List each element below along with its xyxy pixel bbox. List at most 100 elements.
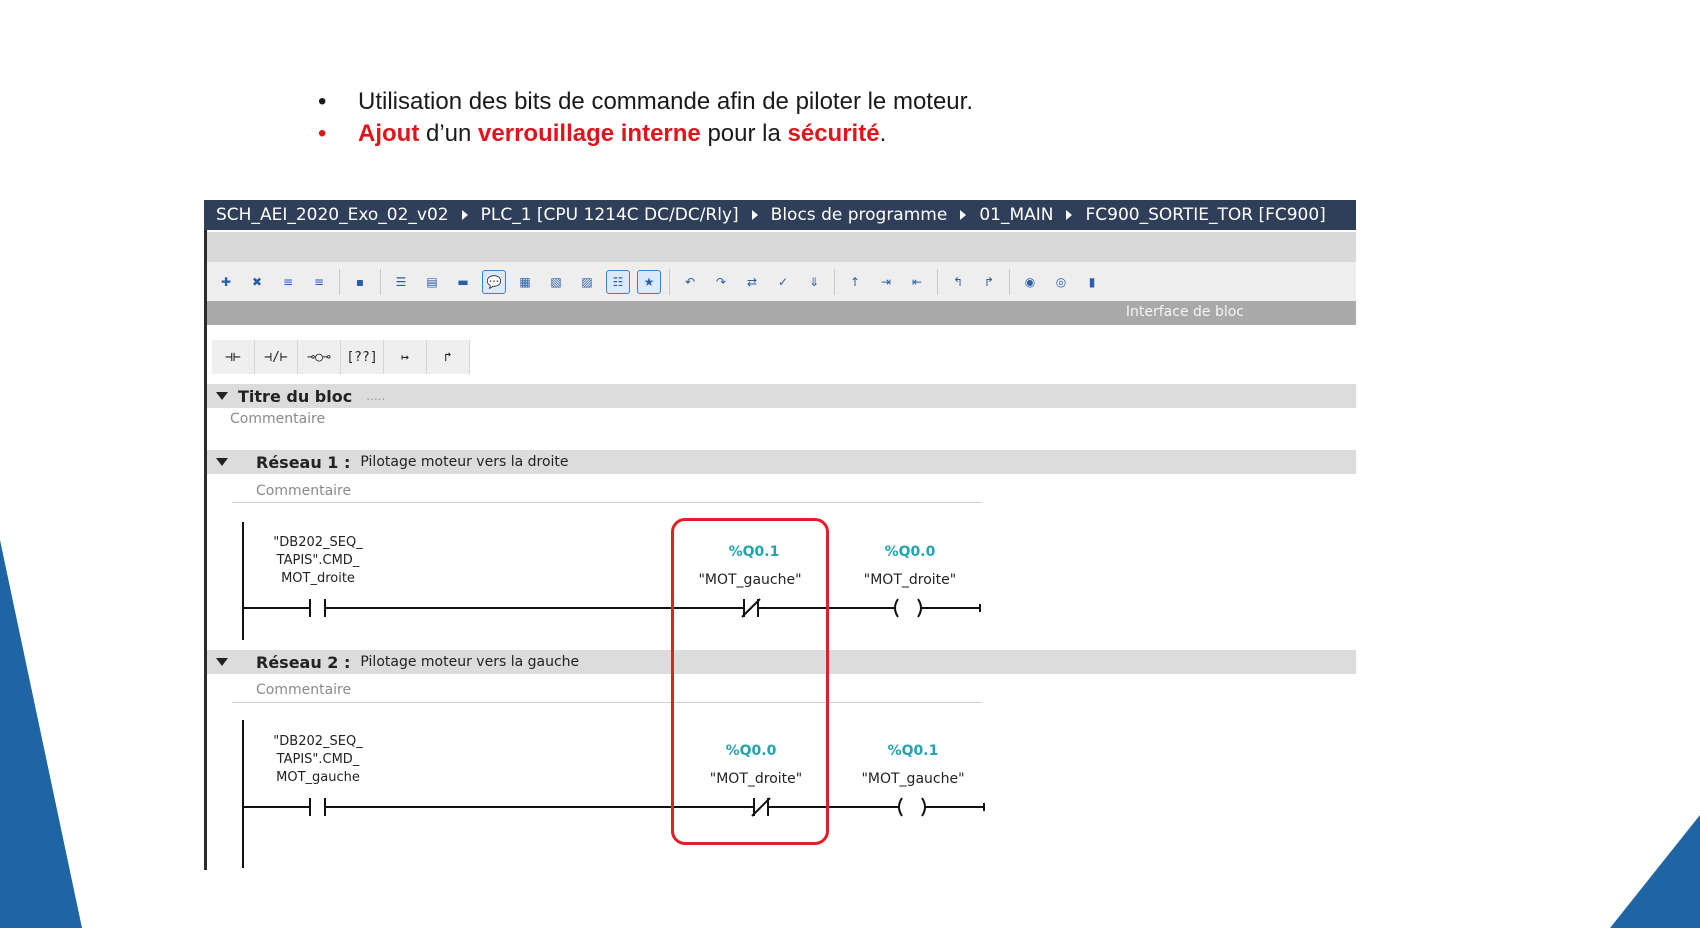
- compile-icon[interactable]: ⇓: [803, 271, 825, 293]
- bullet-dot: •: [318, 88, 327, 115]
- slide-bullets: • Utilisation des bits de commande afin …: [318, 86, 973, 150]
- breadcrumb-arrow-icon: [461, 210, 468, 220]
- breadcrumb-program-blocks[interactable]: Blocs de programme: [771, 200, 948, 230]
- monitoring-options-icon[interactable]: ▨: [576, 271, 598, 293]
- breadcrumb-main[interactable]: 01_MAIN: [979, 200, 1053, 230]
- close-branch-button[interactable]: ↱: [427, 340, 470, 374]
- toolbar-separator: [669, 269, 670, 295]
- bullet-dot: •: [318, 120, 327, 147]
- interlock-highlight-box: [671, 518, 829, 845]
- previous-call-icon[interactable]: ↰: [947, 271, 969, 293]
- add-row-icon[interactable]: ≡: [308, 271, 330, 293]
- nc-contact-button[interactable]: ⊣/⊢: [255, 340, 298, 374]
- indent-icon[interactable]: ⇥: [875, 271, 897, 293]
- no-contact-button[interactable]: ⊣⊢: [212, 340, 255, 374]
- toolbar-separator: [380, 269, 381, 295]
- operand-line: MOT_droite: [281, 571, 355, 586]
- outdent-icon[interactable]: ⇤: [906, 271, 928, 293]
- open-branch-button[interactable]: ↦: [384, 340, 427, 374]
- network-1-power-rail: [242, 522, 244, 640]
- network-2-coil-address[interactable]: %Q0.1: [853, 743, 973, 759]
- go-to-error-next-icon[interactable]: ↷: [710, 271, 732, 293]
- toolbar-separator: [937, 269, 938, 295]
- network-1-contact-operand[interactable]: "DB202_SEQ_ TAPIS".CMD_ MOT_droite: [258, 534, 378, 588]
- collapse-triangle-icon[interactable]: [216, 658, 228, 666]
- highlight-verrouillage: verrouillage interne: [478, 120, 701, 147]
- operand-line: "DB202_SEQ_: [273, 535, 363, 550]
- toolbar-separator: [834, 269, 835, 295]
- block-interface-bar[interactable]: Interface de bloc: [207, 301, 1356, 325]
- network-1-comment[interactable]: Commentaire: [256, 483, 351, 499]
- right-decor-triangle: [1610, 815, 1700, 928]
- breadcrumb-plc[interactable]: PLC_1 [CPU 1214C DC/DC/Rly]: [481, 200, 739, 230]
- network-1-title: Pilotage moteur vers la droite: [360, 454, 569, 470]
- block-comment[interactable]: Commentaire: [230, 411, 325, 427]
- expand-networks-icon[interactable]: ▤: [421, 271, 443, 293]
- show-favorites-icon[interactable]: ☰: [390, 271, 412, 293]
- block-title-dots: .....: [366, 389, 386, 403]
- next-call-icon[interactable]: ↱: [978, 271, 1000, 293]
- network-2-coil-tag[interactable]: "MOT_gauche": [848, 771, 978, 787]
- coil-icon: [884, 595, 984, 619]
- network-1-coil-address[interactable]: %Q0.0: [850, 544, 970, 560]
- show-list-icon[interactable]: ☷: [606, 270, 630, 294]
- go-to-error-previous-icon[interactable]: ↶: [679, 271, 701, 293]
- operand-line: MOT_gauche: [276, 770, 360, 785]
- breadcrumb-arrow-icon: [1066, 210, 1073, 220]
- text-pour-la: pour la: [707, 120, 781, 147]
- network-2-label: Réseau 2 :: [256, 652, 351, 672]
- block-title: Titre du bloc: [238, 386, 353, 406]
- operand-display-icon[interactable]: ▦: [514, 271, 536, 293]
- bullet-1-text: Utilisation des bits de commande afin de…: [358, 88, 973, 115]
- network-2-title: Pilotage moteur vers la gauche: [360, 654, 580, 670]
- coil-button[interactable]: ⊸○⊸: [298, 340, 341, 374]
- block-title-header[interactable]: Titre du bloc .....: [207, 384, 1356, 408]
- database-icon[interactable]: ▮: [1081, 271, 1103, 293]
- network-2-contact-operand[interactable]: "DB202_SEQ_ TAPIS".CMD_ MOT_gauche: [258, 733, 378, 787]
- breadcrumb-arrow-icon: [960, 210, 967, 220]
- empty-box-button[interactable]: [??]: [341, 340, 384, 374]
- highlight-ajout: Ajout: [358, 120, 420, 147]
- operand-line: TAPIS".CMD_: [276, 752, 360, 767]
- check-icon[interactable]: ✓: [772, 271, 794, 293]
- breadcrumb: SCH_AEI_2020_Exo_02_v02 PLC_1 [CPU 1214C…: [204, 200, 1356, 230]
- breadcrumb-arrow-icon: [751, 210, 758, 220]
- operand-line: TAPIS".CMD_: [276, 553, 360, 568]
- breadcrumb-project[interactable]: SCH_AEI_2020_Exo_02_v02: [216, 200, 449, 230]
- network-1-coil-tag[interactable]: "MOT_droite": [845, 572, 975, 588]
- network-1-rung: [242, 599, 942, 617]
- absolute-operand-icon[interactable]: ▪: [349, 271, 371, 293]
- bullet-2-text: Ajout d’un verrouillage interne pour la …: [358, 118, 886, 150]
- glasses-icon[interactable]: ◎: [1050, 271, 1072, 293]
- network-2-rung: [242, 798, 942, 816]
- network-2-comment[interactable]: Commentaire: [256, 682, 351, 698]
- collapse-networks-icon[interactable]: ▬: [452, 271, 474, 293]
- left-decor-triangle: [0, 540, 82, 928]
- insert-network-icon[interactable]: ✚: [215, 271, 237, 293]
- editor-title-strip: [207, 232, 1356, 262]
- collapse-triangle-icon[interactable]: [216, 458, 228, 466]
- compare-icon[interactable]: ⇄: [741, 271, 763, 293]
- move-up-icon[interactable]: ↑: [844, 271, 866, 293]
- toolbar-separator: [339, 269, 340, 295]
- toolbar-separator: [1009, 269, 1010, 295]
- collapse-triangle-icon[interactable]: [216, 392, 228, 400]
- insert-row-icon[interactable]: ≡: [277, 271, 299, 293]
- tag-information-icon[interactable]: ▧: [545, 271, 567, 293]
- block-interface-label: Interface de bloc: [1125, 304, 1244, 320]
- highlight-securite: sécurité: [787, 120, 880, 147]
- delete-network-icon[interactable]: ✖: [246, 271, 268, 293]
- network-comments-icon[interactable]: 💬: [482, 270, 506, 294]
- text-dun: d’un: [425, 120, 472, 147]
- text-period: .: [879, 120, 887, 147]
- editor-toolbar: ✚ ✖ ≡ ≡ ▪ ☰ ▤ ▬ 💬 ▦ ▧ ▨ ☷ ★ ↶ ↷ ⇄ ✓ ⇓ ↑ …: [207, 262, 1356, 302]
- monitor-icon[interactable]: ◉: [1019, 271, 1041, 293]
- bullet-2: • Ajout d’un verrouillage interne pour l…: [318, 118, 973, 150]
- operand-line: "DB202_SEQ_: [273, 734, 363, 749]
- tia-editor-screenshot: SCH_AEI_2020_Exo_02_v02 PLC_1 [CPU 1214C…: [204, 200, 1356, 870]
- lad-instruction-toolbar: ⊣⊢ ⊣/⊢ ⊸○⊸ [??] ↦ ↱: [212, 340, 470, 374]
- network-1-header[interactable]: Réseau 1 : Pilotage moteur vers la droit…: [207, 450, 1356, 474]
- favorites-bar-icon[interactable]: ★: [637, 270, 661, 294]
- coil-icon: [888, 794, 988, 818]
- breadcrumb-fc900[interactable]: FC900_SORTIE_TOR [FC900]: [1085, 200, 1325, 230]
